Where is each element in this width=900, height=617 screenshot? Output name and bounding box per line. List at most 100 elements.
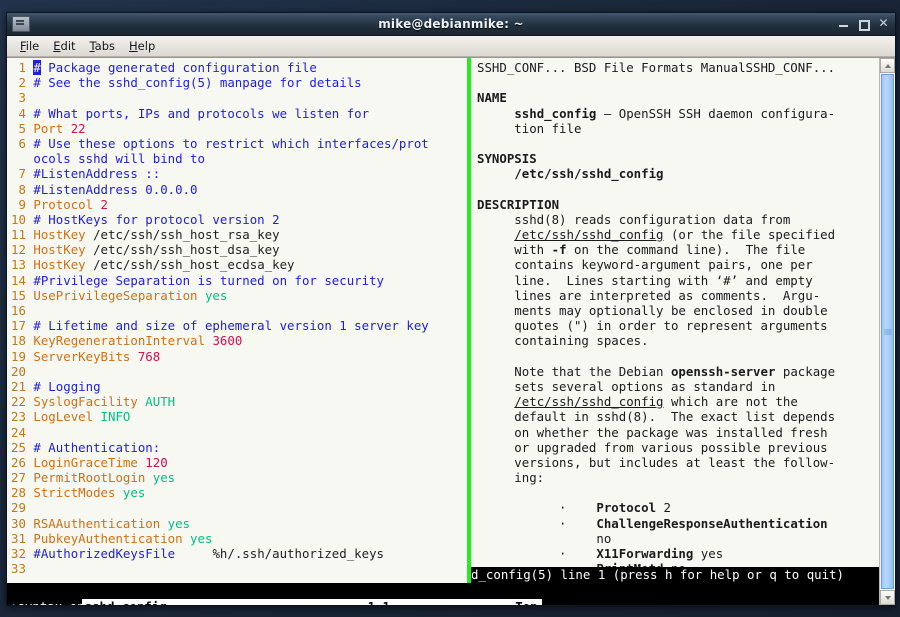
man-line: sets several options as standard in <box>477 379 879 394</box>
code-token: # Use these options to restrict which in… <box>33 136 428 151</box>
editor-line[interactable]: 3 <box>7 90 467 105</box>
code-token: PermitRootLogin <box>33 470 152 485</box>
editor-line[interactable]: ocols sshd will bind to <box>7 151 467 166</box>
maximize-button[interactable] <box>858 19 869 30</box>
man-text: · <box>477 546 596 561</box>
man-line: ments may optionally be enclosed in doub… <box>477 303 879 318</box>
editor-line[interactable]: 13 HostKey /etc/ssh/ssh_host_ecdsa_key <box>7 257 467 272</box>
scrollbar-thumb[interactable] <box>881 74 894 589</box>
menu-help-mnemonic: H <box>129 39 138 53</box>
editor-line[interactable]: 10 # HostKeys for protocol version 2 <box>7 212 467 227</box>
editor-line[interactable]: 29 <box>7 500 467 515</box>
man-text: ing: <box>477 470 544 485</box>
editor-line[interactable]: 4 # What ports, IPs and protocols we lis… <box>7 106 467 121</box>
man-line: sshd(8) reads configuration data from <box>477 212 879 227</box>
scrollbar-grip <box>884 329 891 334</box>
man-bold-text: openssh-server <box>671 364 775 379</box>
editor-line[interactable]: 9 Protocol 2 <box>7 197 467 212</box>
man-bold-text: sshd_config <box>514 106 596 121</box>
line-number: 31 <box>11 531 33 546</box>
man-text: Note that the Debian <box>477 364 671 379</box>
editor-line[interactable]: 17 # Lifetime and size of ephemeral vers… <box>7 318 467 333</box>
man-bold-text: Protocol <box>596 500 656 515</box>
man-text: (or the file specified <box>664 227 836 242</box>
man-line <box>477 136 879 151</box>
editor-line[interactable]: 25 # Authentication: <box>7 440 467 455</box>
editor-line[interactable]: 22 SyslogFacility AUTH <box>7 394 467 409</box>
man-line <box>477 349 879 364</box>
minimize-button[interactable] <box>838 19 849 30</box>
man-text <box>477 227 514 242</box>
editor-line[interactable]: 23 LogLevel INFO <box>7 409 467 424</box>
man-text: yes <box>693 546 723 561</box>
menu-help-rest: elp <box>138 39 156 53</box>
menu-item-tabs[interactable]: Tabs <box>83 38 122 54</box>
menu-edit-mnemonic: E <box>53 39 60 53</box>
tmux-session[interactable]: 1 # Package generated configuration file… <box>7 58 879 605</box>
editor-line[interactable]: 33 <box>7 561 467 576</box>
man-pane[interactable]: SSHD_CONF... BSD File Formats ManualSSHD… <box>471 58 879 583</box>
editor-line[interactable]: 18 KeyRegenerationInterval 3600 <box>7 333 467 348</box>
editor-line[interactable]: 2 # See the sshd_config(5) manpage for d… <box>7 75 467 90</box>
line-number: 23 <box>11 409 33 424</box>
man-text: contains keyword-argument pairs, one per <box>477 257 813 272</box>
line-number: 30 <box>11 516 33 531</box>
man-line: quotes (") in order to represent argumen… <box>477 318 879 333</box>
menu-item-edit[interactable]: Edit <box>46 38 82 54</box>
window-controls: ✕ <box>838 13 889 35</box>
code-token: ocols sshd will bind to <box>33 151 205 166</box>
editor-line[interactable]: 27 PermitRootLogin yes <box>7 470 467 485</box>
editor-line[interactable]: 30 RSAAuthentication yes <box>7 516 467 531</box>
man-underlined-path: /etc/ssh/sshd_config <box>514 394 663 409</box>
editor-line[interactable]: 26 LoginGraceTime 120 <box>7 455 467 470</box>
editor-line[interactable]: 31 PubkeyAuthentication yes <box>7 531 467 546</box>
man-line: NAME <box>477 90 879 105</box>
line-number: 9 <box>11 197 33 212</box>
editor-line[interactable]: 19 ServerKeyBits 768 <box>7 349 467 364</box>
line-number: 24 <box>11 425 33 440</box>
line-number: 33 <box>11 561 33 576</box>
menu-item-help[interactable]: Help <box>122 38 162 54</box>
man-line: line. Lines starting with ‘#’ and empty <box>477 273 879 288</box>
editor-line[interactable]: 6 # Use these options to restrict which … <box>7 136 467 151</box>
editor-line[interactable]: 14 #Privilege Separation is turned on fo… <box>7 273 467 288</box>
man-text: · <box>477 516 596 531</box>
editor-line[interactable]: 28 StrictModes yes <box>7 485 467 500</box>
scroll-down-icon[interactable] <box>880 590 895 605</box>
editor-line[interactable]: 20 <box>7 364 467 379</box>
man-underlined-path: /etc/ssh/sshd_config <box>514 227 663 242</box>
code-token: Protocol <box>33 197 100 212</box>
terminal-scrollbar[interactable] <box>879 58 895 605</box>
editor-line[interactable]: 8 #ListenAddress 0.0.0.0 <box>7 182 467 197</box>
man-line: /etc/ssh/sshd_config which are not the <box>477 394 879 409</box>
editor-line[interactable]: 11 HostKey /etc/ssh/ssh_host_rsa_key <box>7 227 467 242</box>
editor-line[interactable]: 24 <box>7 425 467 440</box>
man-text: sets several options as standard in <box>477 379 775 394</box>
code-token: # Logging <box>33 379 100 394</box>
editor-line[interactable]: 32 #AuthorizedKeysFile %h/.ssh/authorize… <box>7 546 467 561</box>
scroll-up-icon[interactable] <box>880 58 895 73</box>
editor-line[interactable]: 5 Port 22 <box>7 121 467 136</box>
editor-line[interactable]: 12 HostKey /etc/ssh/ssh_host_dsa_key <box>7 242 467 257</box>
man-text: no <box>477 531 611 546</box>
vim-pane[interactable]: 1 # Package generated configuration file… <box>7 58 467 583</box>
editor-line[interactable]: 16 <box>7 303 467 318</box>
editor-line[interactable]: 21 # Logging <box>7 379 467 394</box>
editor-line[interactable]: 7 #ListenAddress :: <box>7 166 467 181</box>
code-token: yes <box>168 516 190 531</box>
code-token: LogLevel <box>33 409 100 424</box>
man-line: /etc/ssh/sshd_config <box>477 166 879 181</box>
window-titlebar[interactable]: mike@debianmike: ~ ✕ <box>7 13 895 36</box>
line-number: 18 <box>11 333 33 348</box>
code-token: # Authentication: <box>33 440 160 455</box>
menu-item-file[interactable]: File <box>13 38 46 54</box>
code-token: LoginGraceTime <box>33 455 145 470</box>
man-text: line. Lines starting with ‘#’ and empty <box>477 273 813 288</box>
editor-line[interactable]: 15 UsePrivilegeSeparation yes <box>7 288 467 303</box>
code-token: #Privilege Separation is turned on for s… <box>33 273 384 288</box>
close-button[interactable]: ✕ <box>878 18 889 29</box>
man-text: ments may optionally be enclosed in doub… <box>477 303 828 318</box>
editor-line[interactable]: 1 # Package generated configuration file <box>7 60 467 75</box>
man-line: or upgraded from various possible previo… <box>477 440 879 455</box>
vim-buffer[interactable]: 1 # Package generated configuration file… <box>7 58 467 576</box>
